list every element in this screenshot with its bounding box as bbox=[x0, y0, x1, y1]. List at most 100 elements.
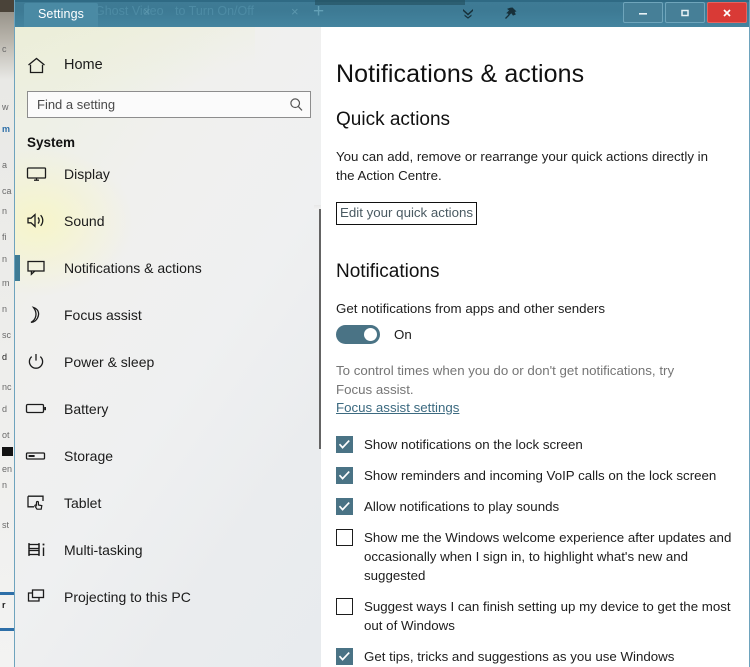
screen: c w m a ca n fi n m n sc d nc d ot en n … bbox=[0, 0, 750, 667]
toggle-knob bbox=[364, 328, 377, 341]
sidebar-item-display[interactable]: Display bbox=[15, 150, 321, 197]
bg-text-fragment: d bbox=[2, 404, 8, 414]
checkbox-welcome-experience[interactable] bbox=[336, 529, 353, 546]
checkbox-label: Get tips, tricks and suggestions as you … bbox=[364, 649, 675, 664]
moon-icon bbox=[25, 305, 47, 324]
checkbox-reminders-voip-lock-screen[interactable] bbox=[336, 467, 353, 484]
edit-quick-actions-label: Edit your quick actions bbox=[340, 205, 474, 220]
checkbox-row[interactable]: Suggest ways I can finish setting up my … bbox=[336, 597, 749, 635]
sidebar-item-focus-assist-label: Focus assist bbox=[64, 306, 142, 323]
checkbox-row[interactable]: Allow notifications to play sounds bbox=[336, 497, 749, 516]
notifications-master-state: On bbox=[394, 327, 412, 342]
sidebar-item-tablet[interactable]: Tablet bbox=[15, 479, 321, 526]
page-title: Notifications & actions bbox=[336, 60, 585, 88]
home-icon bbox=[25, 57, 47, 74]
bg-text-fragment: n bbox=[2, 206, 8, 216]
bg-block bbox=[2, 447, 13, 456]
close-button[interactable] bbox=[707, 2, 747, 23]
comment-icon bbox=[25, 259, 47, 276]
sidebar-item-notifications-and-actions[interactable]: Notifications & actions bbox=[15, 244, 321, 291]
window-controls bbox=[623, 2, 747, 23]
restore-button[interactable] bbox=[665, 2, 705, 23]
search-input[interactable] bbox=[37, 97, 289, 112]
quick-actions-heading: Quick actions bbox=[336, 109, 451, 130]
close-tab-icon[interactable]: × bbox=[291, 4, 299, 19]
window-body: Home System bbox=[15, 27, 749, 667]
chevron-double-down-icon[interactable] bbox=[461, 5, 475, 21]
bg-text-fragment: sc bbox=[2, 330, 11, 340]
sidebar-item-projecting-to-this-pc[interactable]: Projecting to this PC bbox=[15, 573, 321, 620]
tab-ghost-1-label: Ghost Video bbox=[95, 4, 164, 18]
new-tab-icon[interactable]: + bbox=[313, 1, 324, 23]
tab-settings-label: Settings bbox=[38, 7, 84, 21]
sidebar-item-battery-label: Battery bbox=[64, 400, 109, 417]
sidebar-item-home-label: Home bbox=[64, 57, 103, 73]
bg-text-fragment: n bbox=[2, 304, 8, 314]
settings-content: Notifications & actions Quick actions Yo… bbox=[321, 27, 749, 667]
bg-text-fragment: n bbox=[2, 480, 8, 490]
checkbox-label: Show notifications on the lock screen bbox=[364, 437, 583, 452]
search-icon[interactable] bbox=[289, 97, 304, 112]
bg-text-fragment: m bbox=[2, 124, 11, 134]
bg-text-fragment: d bbox=[2, 352, 8, 362]
window-titlebar[interactable]: Settings Ghost Video × to Turn On/Off × … bbox=[15, 0, 749, 27]
checkbox-lock-screen-notifications[interactable] bbox=[336, 436, 353, 453]
bg-text-fragment: nc bbox=[2, 382, 12, 392]
notifications-heading: Notifications bbox=[336, 261, 440, 282]
checkbox-label: Show me the Windows welcome experience a… bbox=[364, 530, 732, 583]
pin-icon[interactable] bbox=[503, 5, 519, 21]
battery-icon bbox=[25, 402, 47, 415]
checkbox-row[interactable]: Show reminders and incoming VoIP calls o… bbox=[336, 466, 749, 485]
bg-text-fragment: m bbox=[2, 278, 10, 288]
bg-text-fragment: st bbox=[2, 520, 10, 530]
minimize-button[interactable] bbox=[623, 2, 663, 23]
checkbox-suggest-setup-ways[interactable] bbox=[336, 598, 353, 615]
sidebar-item-multi-tasking[interactable]: Multi-tasking bbox=[15, 526, 321, 573]
sidebar-item-power-and-sleep[interactable]: Power & sleep bbox=[15, 338, 321, 385]
tablet-touch-icon bbox=[25, 494, 47, 511]
sidebar-item-projecting-to-this-pc-label: Projecting to this PC bbox=[64, 588, 191, 605]
bg-text-fragment: n bbox=[2, 254, 8, 264]
selection-indicator bbox=[15, 255, 20, 281]
bg-text-fragment: a bbox=[2, 160, 8, 170]
tab-ghost-1[interactable]: Ghost Video bbox=[95, 4, 164, 18]
checkbox-label: Allow notifications to play sounds bbox=[364, 499, 560, 514]
checkbox-row[interactable]: Show notifications on the lock screen bbox=[336, 435, 749, 454]
sidebar-item-tablet-label: Tablet bbox=[64, 494, 102, 511]
notifications-master-toggle[interactable] bbox=[336, 325, 380, 344]
sidebar-item-home[interactable]: Home bbox=[15, 45, 321, 85]
bg-text-fragment: ca bbox=[2, 186, 12, 196]
checkbox-row[interactable]: Show me the Windows welcome experience a… bbox=[336, 528, 749, 585]
tab-ghost-2[interactable]: to Turn On/Off bbox=[175, 4, 254, 18]
sidebar-item-multi-tasking-label: Multi-tasking bbox=[64, 541, 143, 558]
sidebar-item-display-label: Display bbox=[64, 165, 110, 182]
bg-text-fragment: fi bbox=[2, 232, 7, 242]
titlebar-shadow bbox=[315, 0, 465, 5]
sidebar-item-storage-label: Storage bbox=[64, 447, 114, 464]
sidebar-item-sound-label: Sound bbox=[64, 212, 105, 229]
close-tab-icon[interactable]: × bbox=[143, 4, 151, 19]
bg-text-fragment: ot bbox=[2, 430, 10, 440]
checkbox-allow-sounds[interactable] bbox=[336, 498, 353, 515]
settings-sidebar: Home System bbox=[15, 27, 321, 667]
sidebar-item-storage[interactable]: Storage bbox=[15, 432, 321, 479]
bg-text-fragment: c bbox=[2, 44, 7, 54]
project-icon bbox=[25, 588, 47, 605]
bg-text-fragment: r bbox=[2, 600, 6, 610]
checkbox-row[interactable]: Get tips, tricks and suggestions as you … bbox=[336, 647, 749, 666]
notifications-master-toggle-row: On bbox=[336, 325, 749, 344]
drive-icon bbox=[25, 450, 47, 462]
speaker-icon bbox=[25, 212, 47, 229]
sidebar-item-notifications-and-actions-label: Notifications & actions bbox=[64, 259, 202, 276]
sidebar-item-focus-assist[interactable]: Focus assist bbox=[15, 291, 321, 338]
notifications-master-label: Get notifications from apps and other se… bbox=[336, 301, 606, 316]
checkbox-tips-tricks[interactable] bbox=[336, 648, 353, 665]
tab-settings[interactable]: Settings bbox=[24, 3, 98, 27]
search-box[interactable] bbox=[27, 91, 311, 118]
sidebar-item-battery[interactable]: Battery bbox=[15, 385, 321, 432]
focus-assist-hint: To control times when you do or don't ge… bbox=[336, 363, 675, 397]
sidebar-item-sound[interactable]: Sound bbox=[15, 197, 321, 244]
bg-text-fragment: en bbox=[2, 464, 13, 474]
focus-assist-settings-link[interactable]: Focus assist settings bbox=[336, 400, 459, 415]
edit-quick-actions-link[interactable]: Edit your quick actions bbox=[336, 202, 478, 225]
